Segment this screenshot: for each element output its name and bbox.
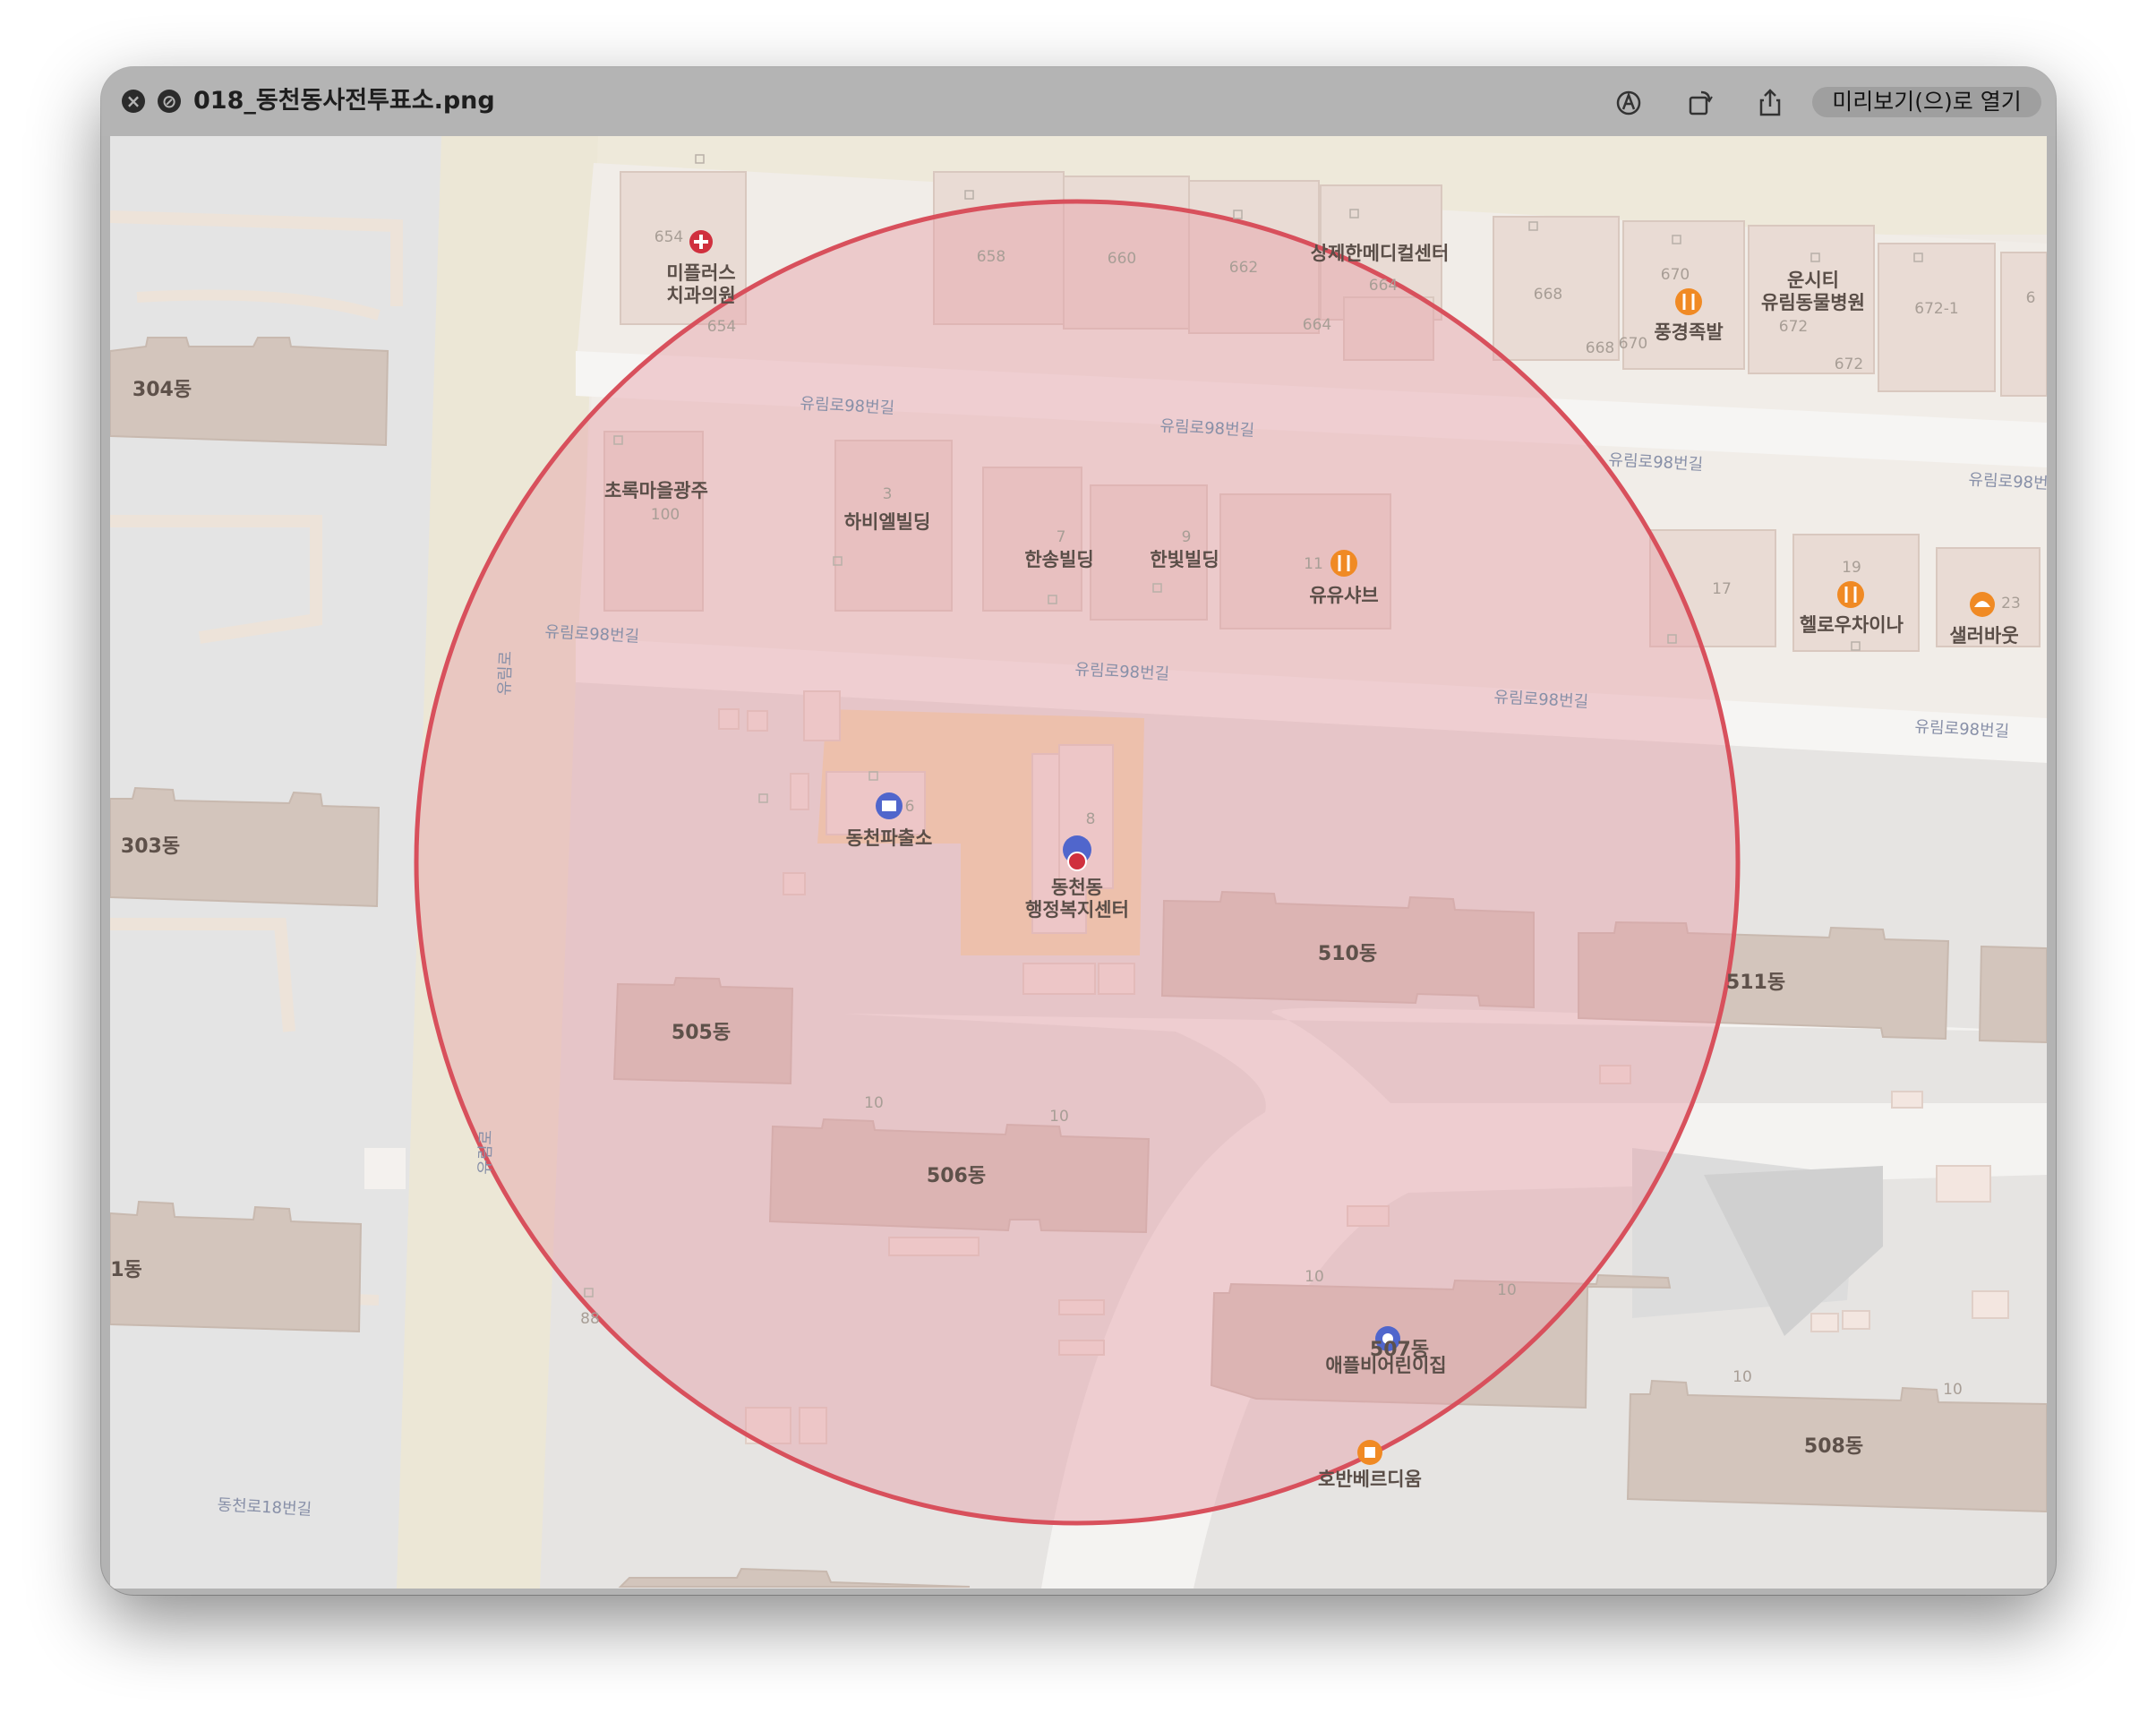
minimize-icon[interactable]: ⊘ [158, 90, 181, 113]
road-label: 유림로 [475, 1130, 496, 1175]
choroc-label: 초록마을광주 [604, 480, 708, 501]
lot-number: 668 [1586, 339, 1614, 357]
vet-label-1: 운시티 [1787, 270, 1839, 291]
police-icon [876, 792, 903, 819]
lot-number: 10 [1497, 1281, 1517, 1299]
bakery-icon [1970, 592, 1995, 617]
lot-number: 10 [1732, 1368, 1752, 1386]
lot-number: 6 [905, 798, 915, 816]
lot-number: 17 [1712, 580, 1732, 598]
lot-number: 670 [1661, 266, 1690, 284]
lot-number: 654 [707, 318, 736, 336]
lot-number: 23 [2001, 595, 2021, 612]
lot-number: 88 [580, 1310, 600, 1328]
dental-label-1: 미플러스 [666, 262, 735, 284]
vet-label-2: 유림동물병원 [1761, 292, 1865, 313]
lot-number: 11 [1304, 555, 1323, 573]
lot-number: 658 [977, 248, 1005, 266]
building-505-label: 505동 [672, 1022, 731, 1044]
building-508-label: 508동 [1804, 1435, 1863, 1458]
open-in-preview-button[interactable]: 미리보기(으)로 열기 [1812, 87, 2041, 117]
lot-number: 662 [1229, 259, 1258, 277]
restaurant-icon [1675, 288, 1702, 315]
lot-number: 10 [1943, 1381, 1963, 1399]
map-image: 304동 303동 1동 505동 506동 510동 511동 507동 50… [110, 136, 2047, 1589]
lot-number: 10 [1049, 1108, 1069, 1126]
lot-number: 668 [1534, 286, 1562, 304]
lot-number: 672 [1835, 355, 1863, 373]
lot-number: 664 [1369, 277, 1398, 295]
lot-number: 8 [1086, 810, 1096, 828]
lot-number: 3 [883, 485, 893, 503]
center-label-1: 동천동 [1051, 877, 1103, 898]
apartment-complex-icon [1357, 1440, 1382, 1465]
kinder-label: 애플비어린이집 [1325, 1355, 1446, 1376]
lot-number: 19 [1842, 559, 1861, 577]
image-viewer: 304동 303동 1동 505동 506동 510동 511동 507동 50… [110, 136, 2047, 1589]
markup-icon[interactable] [1611, 85, 1647, 121]
building-512 [1978, 945, 2047, 1044]
building-511-label: 511동 [1726, 972, 1785, 994]
building-304-label: 304동 [133, 379, 192, 401]
helro-label: 헬로우차이나 [1800, 614, 1904, 636]
lot-number: 672-1 [1914, 300, 1958, 318]
salad-label: 샐러바웃 [1949, 625, 2018, 647]
lot-number: 10 [1305, 1268, 1324, 1286]
lot-number: 670 [1619, 335, 1647, 353]
lot-number: 9 [1182, 528, 1192, 546]
lot-number: 672 [1779, 318, 1808, 336]
center-label-2: 행정복지센터 [1025, 899, 1129, 921]
lot-number: 100 [651, 506, 680, 524]
havi-label: 하비엘빌딩 [844, 511, 931, 533]
medical-center-label: 상제한메디컬센터 [1311, 243, 1450, 264]
title-bar: × ⊘ 018_동천동사전투표소.png 미리보기(으)로 열기 [101, 67, 2056, 136]
building-506-label: 506동 [927, 1165, 986, 1187]
dental-icon [689, 230, 713, 253]
preview-window: × ⊘ 018_동천동사전투표소.png 미리보기(으)로 열기 304동 30… [101, 67, 2056, 1595]
rotate-icon[interactable] [1681, 85, 1717, 121]
share-icon[interactable] [1752, 85, 1788, 121]
dental-label-2: 치과의원 [666, 285, 735, 306]
lot-number: 10 [864, 1094, 884, 1112]
window-title: 018_동천동사전투표소.png [193, 87, 495, 115]
lot-number: 664 [1303, 316, 1331, 334]
lot-number: 654 [654, 228, 683, 246]
building-1-label: 1동 [110, 1259, 142, 1281]
lot-number: 660 [1108, 250, 1136, 268]
hanbit-label: 한빛빌딩 [1150, 549, 1219, 570]
building-510-label: 510동 [1318, 943, 1377, 965]
lot-number: 7 [1057, 528, 1066, 546]
building-303-label: 303동 [121, 835, 180, 858]
restaurant-icon [1837, 581, 1864, 608]
police-label: 동천파출소 [846, 827, 933, 849]
yuyu-label: 유유샤브 [1309, 585, 1378, 606]
restaurant-label: 풍경족발 [1654, 321, 1723, 343]
lot-number: 6 [2026, 289, 2036, 307]
restaurant-icon [1330, 550, 1357, 577]
close-icon[interactable]: × [122, 90, 145, 113]
hoban-label: 호반베르디움 [1318, 1469, 1422, 1490]
hansong-label: 한송빌딩 [1024, 549, 1093, 570]
road-label: 유림로 [495, 651, 516, 696]
